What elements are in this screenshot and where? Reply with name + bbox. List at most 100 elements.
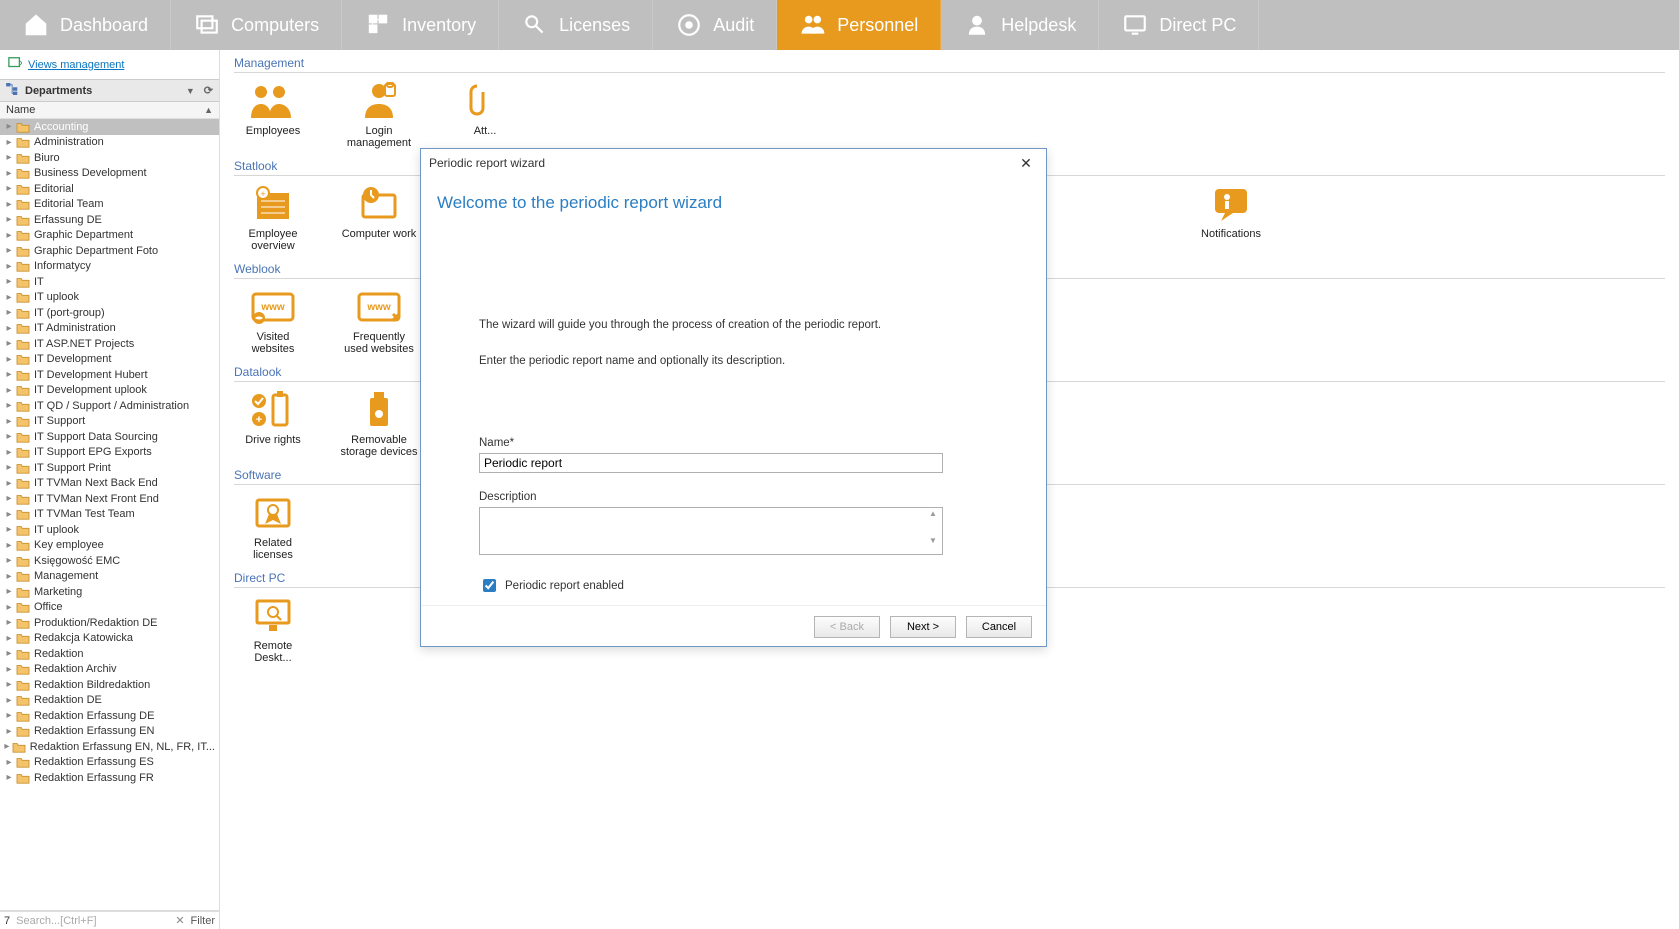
expand-icon[interactable]: ▸ bbox=[4, 416, 14, 426]
tree-item[interactable]: ▸Key employee bbox=[0, 538, 219, 554]
expand-icon[interactable]: ▸ bbox=[4, 680, 14, 690]
expand-icon[interactable]: ▸ bbox=[4, 664, 14, 674]
tree-item[interactable]: ▸Editorial Team bbox=[0, 197, 219, 213]
tree-item[interactable]: ▸IT (port-group) bbox=[0, 305, 219, 321]
tile-removable-storage[interactable]: Removable storage devices bbox=[340, 390, 418, 458]
expand-icon[interactable]: ▸ bbox=[4, 602, 14, 612]
cancel-button[interactable]: Cancel bbox=[966, 616, 1032, 638]
departments-header[interactable]: Departments ▼ ⟳ bbox=[0, 79, 219, 102]
tree-item[interactable]: ▸Redaktion Erfassung EN bbox=[0, 724, 219, 740]
tile-frequently-used-websites[interactable]: www Frequently used websites bbox=[340, 287, 418, 355]
back-button[interactable]: < Back bbox=[814, 616, 880, 638]
expand-icon[interactable]: ▸ bbox=[4, 401, 14, 411]
name-column-header[interactable]: Name ▲ bbox=[0, 102, 219, 119]
expand-icon[interactable]: ▸ bbox=[4, 230, 14, 240]
expand-icon[interactable]: ▸ bbox=[4, 246, 14, 256]
expand-icon[interactable]: ▸ bbox=[4, 447, 14, 457]
filter-button[interactable]: Filter bbox=[191, 915, 215, 927]
tree-item[interactable]: ▸Graphic Department bbox=[0, 228, 219, 244]
expand-icon[interactable]: ▸ bbox=[4, 478, 14, 488]
tree-item[interactable]: ▸IT bbox=[0, 274, 219, 290]
expand-icon[interactable]: ▸ bbox=[4, 137, 14, 147]
tree-item[interactable]: ▸IT uplook bbox=[0, 290, 219, 306]
tree-item[interactable]: ▸Management bbox=[0, 569, 219, 585]
expand-icon[interactable]: ▸ bbox=[4, 153, 14, 163]
tile-related-licenses[interactable]: Related licenses bbox=[234, 493, 312, 561]
tree-item[interactable]: ▸IT ASP.NET Projects bbox=[0, 336, 219, 352]
tile-attachments[interactable]: Att... bbox=[446, 81, 524, 149]
expand-icon[interactable]: ▸ bbox=[4, 540, 14, 550]
expand-icon[interactable]: ▸ bbox=[4, 587, 14, 597]
tile-notifications[interactable]: Notifications bbox=[1192, 184, 1270, 252]
name-input[interactable] bbox=[479, 453, 943, 473]
tree-item[interactable]: ▸IT Administration bbox=[0, 321, 219, 337]
tree-item[interactable]: ▸Redaktion Bildredaktion bbox=[0, 677, 219, 693]
expand-icon[interactable]: ▸ bbox=[4, 168, 14, 178]
tree-item[interactable]: ▸Erfassung DE bbox=[0, 212, 219, 228]
expand-icon[interactable]: ▸ bbox=[4, 711, 14, 721]
expand-icon[interactable]: ▸ bbox=[4, 385, 14, 395]
tree-item[interactable]: ▸Administration bbox=[0, 135, 219, 151]
next-button[interactable]: Next > bbox=[890, 616, 956, 638]
expand-icon[interactable]: ▸ bbox=[4, 649, 14, 659]
tree-item[interactable]: ▸IT Development Hubert bbox=[0, 367, 219, 383]
expand-icon[interactable]: ▸ bbox=[4, 292, 14, 302]
tree-item[interactable]: ▸Redaktion Erfassung ES bbox=[0, 755, 219, 771]
expand-icon[interactable]: ▸ bbox=[4, 370, 14, 380]
tree-item[interactable]: ▸Biuro bbox=[0, 150, 219, 166]
views-management-link[interactable]: Views management bbox=[28, 59, 124, 71]
expand-icon[interactable]: ▸ bbox=[4, 618, 14, 628]
tile-employee-overview[interactable]: + Employee overview bbox=[234, 184, 312, 252]
dropdown-icon[interactable]: ▼ bbox=[186, 86, 195, 96]
tree-item[interactable]: ▸IT Development bbox=[0, 352, 219, 368]
nav-computers[interactable]: Computers bbox=[171, 0, 342, 50]
expand-icon[interactable]: ▸ bbox=[4, 199, 14, 209]
tile-employees[interactable]: Employees bbox=[234, 81, 312, 149]
tree-item[interactable]: ▸IT TVMan Test Team bbox=[0, 507, 219, 523]
tree-item[interactable]: ▸IT TVMan Next Front End bbox=[0, 491, 219, 507]
expand-icon[interactable]: ▸ bbox=[4, 323, 14, 333]
refresh-icon[interactable]: ⟳ bbox=[204, 84, 213, 97]
expand-icon[interactable]: ▸ bbox=[4, 695, 14, 705]
tree-item[interactable]: ▸Redaktion Archiv bbox=[0, 662, 219, 678]
expand-icon[interactable]: ▸ bbox=[4, 339, 14, 349]
tree-item[interactable]: ▸IT TVMan Next Back End bbox=[0, 476, 219, 492]
expand-icon[interactable]: ▸ bbox=[4, 494, 14, 504]
tree-item[interactable]: ▸IT Support EPG Exports bbox=[0, 445, 219, 461]
expand-icon[interactable]: ▸ bbox=[4, 773, 14, 783]
search-input[interactable]: Search...[Ctrl+F] bbox=[16, 915, 175, 927]
nav-helpdesk[interactable]: Helpdesk bbox=[941, 0, 1099, 50]
tree-item[interactable]: ▸Business Development bbox=[0, 166, 219, 182]
expand-icon[interactable]: ▸ bbox=[4, 463, 14, 473]
tree-item[interactable]: ▸IT Development uplook bbox=[0, 383, 219, 399]
tile-visited-websites[interactable]: www Visited websites bbox=[234, 287, 312, 355]
tree-item[interactable]: ▸IT uplook bbox=[0, 522, 219, 538]
tree-item[interactable]: ▸Redaktion Erfassung EN, NL, FR, IT... bbox=[0, 739, 219, 755]
enabled-checkbox[interactable] bbox=[483, 579, 496, 592]
tree-item[interactable]: ▸Redakcja Katowicka bbox=[0, 631, 219, 647]
tree-item[interactable]: ▸Redaktion bbox=[0, 646, 219, 662]
expand-icon[interactable]: ▸ bbox=[4, 122, 14, 132]
tree-item[interactable]: ▸Office bbox=[0, 600, 219, 616]
tile-drive-rights[interactable]: + Drive rights bbox=[234, 390, 312, 458]
expand-icon[interactable]: ▸ bbox=[4, 726, 14, 736]
tree-item[interactable]: ▸Redaktion Erfassung FR bbox=[0, 770, 219, 786]
close-icon[interactable]: ✕ bbox=[1014, 153, 1038, 173]
departments-tree[interactable]: ▸Accounting▸Administration▸Biuro▸Busines… bbox=[0, 119, 219, 911]
expand-icon[interactable]: ▸ bbox=[4, 633, 14, 643]
tree-item[interactable]: ▸Księgowość EMC bbox=[0, 553, 219, 569]
nav-directpc[interactable]: Direct PC bbox=[1099, 0, 1259, 50]
nav-audit[interactable]: Audit bbox=[653, 0, 777, 50]
tree-item[interactable]: ▸Produktion/Redaktion DE bbox=[0, 615, 219, 631]
tree-item[interactable]: ▸Marketing bbox=[0, 584, 219, 600]
expand-icon[interactable]: ▸ bbox=[4, 742, 10, 752]
nav-dashboard[interactable]: Dashboard bbox=[0, 0, 171, 50]
tree-item[interactable]: ▸Editorial bbox=[0, 181, 219, 197]
clear-search-icon[interactable]: ✕ bbox=[175, 914, 184, 927]
tree-item[interactable]: ▸IT QD / Support / Administration bbox=[0, 398, 219, 414]
tree-item[interactable]: ▸Graphic Department Foto bbox=[0, 243, 219, 259]
tile-remote-desktop[interactable]: Remote Deskt... bbox=[234, 596, 312, 664]
nav-licenses[interactable]: Licenses bbox=[499, 0, 653, 50]
tree-item[interactable]: ▸IT Support bbox=[0, 414, 219, 430]
tree-item[interactable]: ▸IT Support Print bbox=[0, 460, 219, 476]
